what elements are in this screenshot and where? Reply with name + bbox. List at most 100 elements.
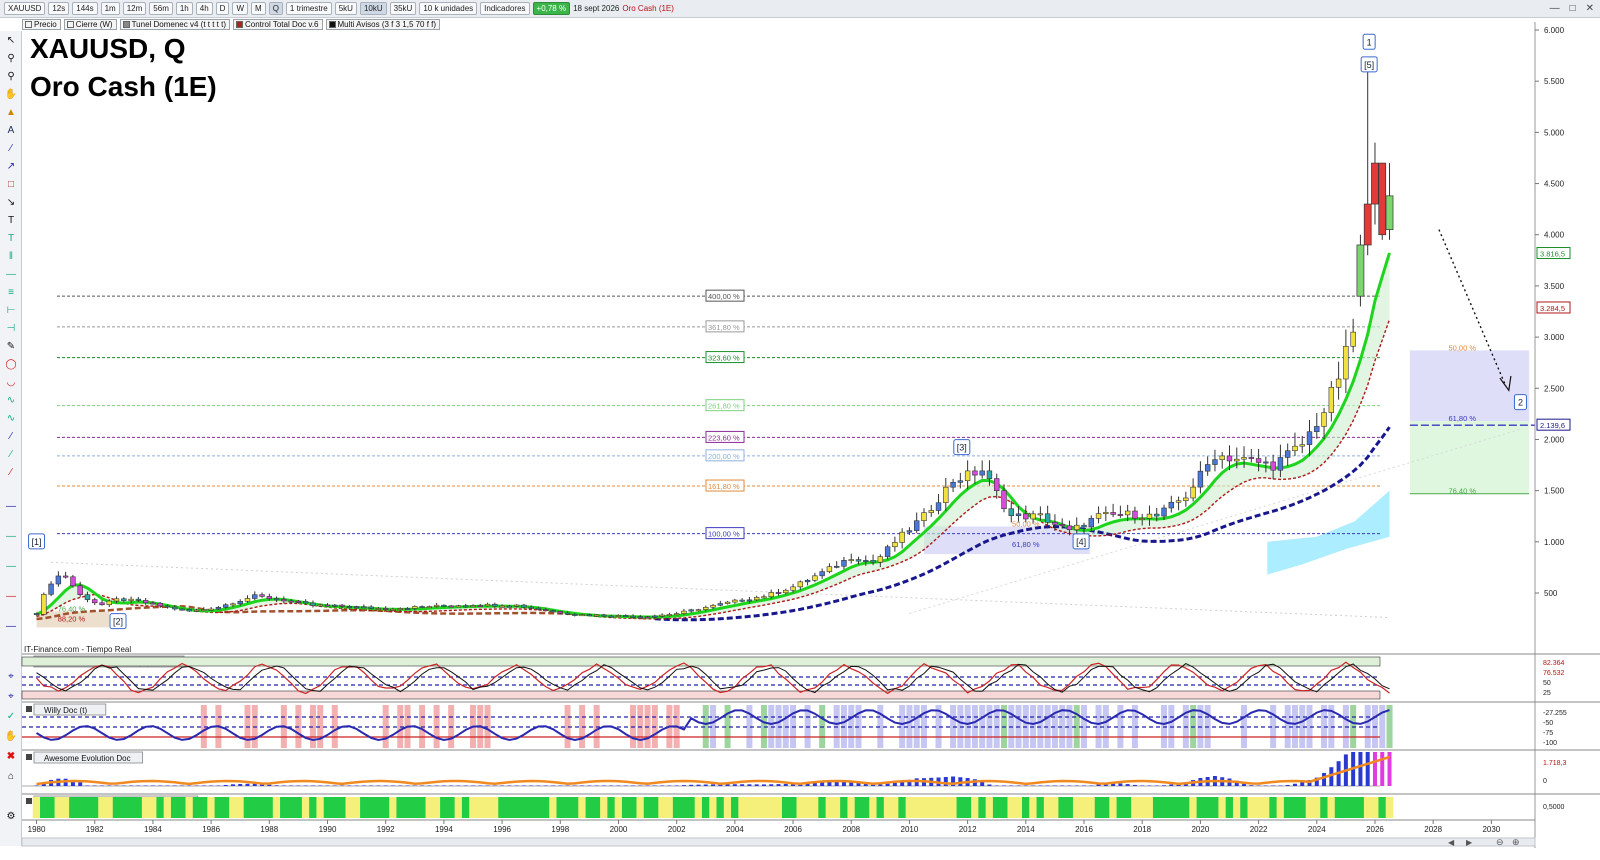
- candle-body: [1059, 524, 1065, 527]
- force-bar: [374, 797, 383, 818]
- awesome-bar: [1358, 752, 1363, 786]
- force-bar: [658, 797, 666, 818]
- zone-label: 50,00 %: [1448, 343, 1476, 352]
- candle-body: [208, 608, 214, 611]
- awesome-bar: [761, 784, 766, 786]
- candle-body: [368, 606, 374, 609]
- awesome-bar: [572, 785, 577, 786]
- candle-body: [164, 605, 171, 608]
- price-tick-label: 5.000: [1544, 128, 1565, 137]
- force-bar: [687, 797, 696, 818]
- candle-body: [1001, 490, 1007, 510]
- force-bar: [716, 797, 725, 818]
- force-bar: [1102, 797, 1110, 818]
- force-bar: [1109, 797, 1117, 818]
- candle-body: [608, 615, 614, 618]
- price-tick-label: 5.500: [1544, 77, 1565, 86]
- awesome-bar: [310, 785, 315, 786]
- awesome-bar: [543, 785, 548, 786]
- awesome-bar: [303, 785, 308, 786]
- force-bar: [883, 797, 892, 818]
- force-bar: [54, 797, 63, 818]
- force-bar: [221, 797, 230, 818]
- fib-level-label: 223,60 %: [708, 433, 740, 442]
- force-bar: [1094, 797, 1103, 818]
- awesome-bar: [78, 782, 83, 786]
- awesome-bar: [660, 785, 665, 786]
- force-bar: [316, 797, 325, 818]
- awesome-bar: [1249, 785, 1254, 786]
- indicator-panes: Sistema de trenes Doc v4 (f f)Willy Doc …: [21, 653, 1600, 818]
- force-bar: [1349, 797, 1357, 818]
- force-bar: [912, 797, 921, 818]
- candle-body: [1103, 512, 1109, 514]
- force-bar: [389, 797, 397, 818]
- candle-body: [695, 609, 702, 612]
- force-bar: [556, 797, 565, 818]
- awesome-bar: [274, 785, 279, 786]
- time-tick-label: 2016: [1075, 825, 1093, 834]
- force-bar: [949, 797, 957, 818]
- candle-body: [317, 604, 323, 607]
- pane-value: 1.718,3: [1543, 760, 1566, 767]
- scroll-left-icon: ◀: [1448, 838, 1455, 847]
- awesome-bar: [1322, 772, 1327, 786]
- pane-toggle-icon: [26, 798, 32, 804]
- candle-body: [1335, 378, 1342, 388]
- candle-body: [1270, 461, 1276, 471]
- pane-title: Willy Doc (t): [44, 706, 87, 715]
- awesome-bar: [289, 785, 294, 786]
- scroll-right-icon: ▶: [1466, 838, 1473, 847]
- force-bar: [1145, 797, 1154, 818]
- force-bar: [1007, 797, 1016, 818]
- awesome-bar: [994, 785, 999, 786]
- awesome-bar: [100, 785, 105, 786]
- trains-lower-band: [21, 690, 1381, 700]
- candle-body: [1175, 500, 1182, 503]
- candle-body: [1212, 459, 1218, 465]
- candle-body: [673, 613, 680, 616]
- awesome-bar: [347, 785, 352, 786]
- awesome-bar: [405, 785, 410, 786]
- time-axis[interactable]: 1980 1982 1984 1986 1988 1990 1992 1994 1996 1998…: [21, 819, 1536, 847]
- candle-body: [506, 605, 513, 608]
- awesome-bar: [172, 785, 177, 786]
- force-bar: [1029, 797, 1037, 818]
- candle-body: [601, 614, 607, 617]
- time-tick-label: 2010: [901, 825, 919, 834]
- candle-body: [972, 470, 978, 476]
- force-bar: [1072, 797, 1081, 818]
- candle-body: [1321, 412, 1327, 427]
- awesome-bar: [478, 785, 483, 786]
- candle-body: [244, 598, 251, 602]
- candle-body: [252, 594, 258, 599]
- awesome-bar: [514, 785, 519, 786]
- candle-body: [1234, 458, 1240, 462]
- candle-body: [70, 576, 76, 587]
- awesome-bar: [463, 785, 468, 786]
- candle-body: [921, 512, 927, 522]
- zone-label: 88,20 %: [58, 615, 86, 624]
- candle-body: [41, 594, 47, 615]
- force-bar: [905, 797, 914, 818]
- awesome-bar: [1147, 785, 1152, 786]
- candle-body: [841, 560, 847, 567]
- awesome-bar: [645, 785, 650, 786]
- force-bar: [214, 797, 223, 818]
- awesome-bar: [1263, 785, 1268, 786]
- force-bar: [47, 797, 55, 818]
- awesome-bar: [827, 782, 832, 786]
- awesome-bar: [754, 784, 759, 786]
- candle-body: [302, 601, 309, 604]
- price-tick-label: 6.000: [1544, 26, 1565, 35]
- force-bar: [636, 797, 645, 818]
- force-bar: [149, 797, 157, 818]
- chart-canvas[interactable]: 400,00 %361,80 %323,60 %261,80 %223,60 %…: [0, 0, 1600, 860]
- candle-body: [928, 510, 934, 513]
- wave-label: [5]: [1364, 60, 1374, 70]
- awesome-bar: [1256, 785, 1261, 786]
- zoom-out-icon: ⊖: [1496, 837, 1504, 847]
- awesome-bar: [623, 785, 628, 786]
- candle-body: [870, 560, 876, 563]
- force-bar: [1152, 797, 1161, 818]
